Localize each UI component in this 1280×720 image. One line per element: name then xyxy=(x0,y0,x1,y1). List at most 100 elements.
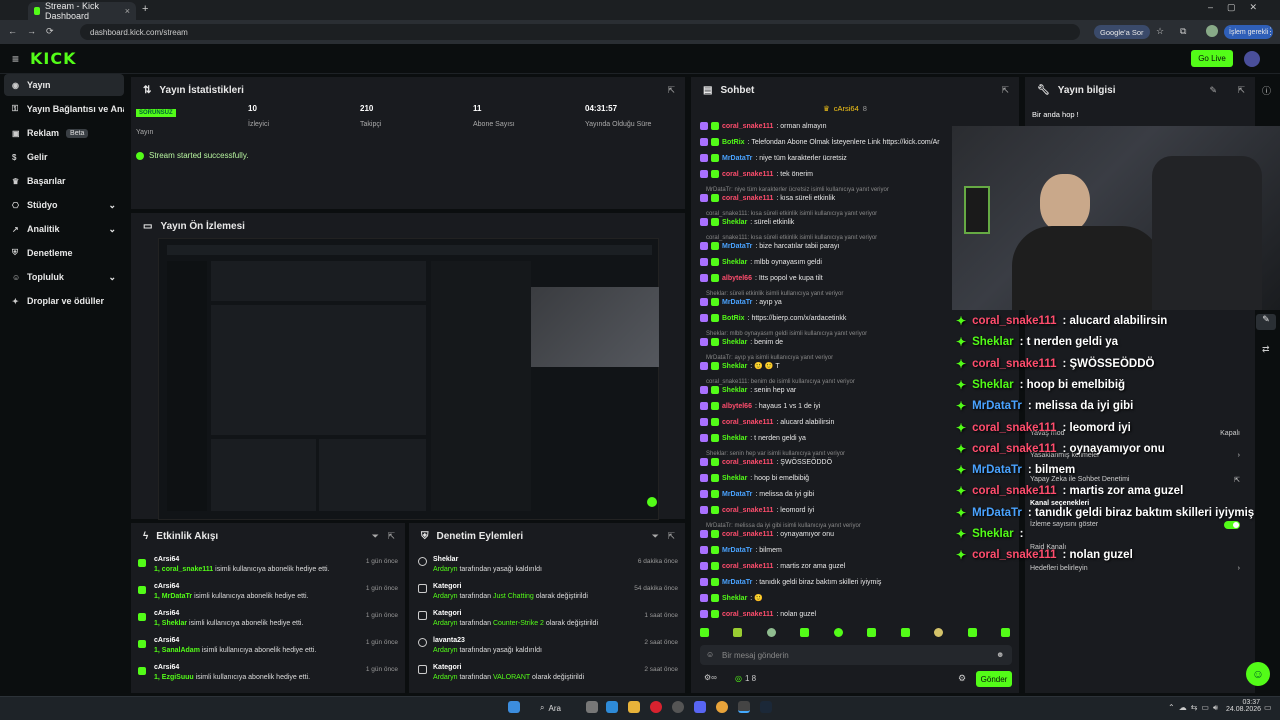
chat-message[interactable]: MrDataTr: melissa da iyi gibi xyxy=(700,487,950,501)
google-ask-button[interactable]: Google'a Sor xyxy=(1094,25,1150,39)
bookmark-star-icon[interactable]: ☆ xyxy=(1156,26,1164,37)
chat-message[interactable]: coral_snake111: martis zor ama guzel xyxy=(700,559,950,573)
chat-username[interactable]: coral_snake111 xyxy=(722,195,773,202)
nav-buttons[interactable]: ←→⟳ xyxy=(8,26,64,37)
chat-message[interactable]: MrDataTr: tanıdık geldi biraz baktım ski… xyxy=(700,575,950,589)
emote-icon[interactable] xyxy=(900,628,910,637)
notification-icon[interactable]: ▭ xyxy=(1264,703,1272,712)
discord-icon[interactable] xyxy=(694,701,706,713)
chat-username[interactable]: coral_snake111 xyxy=(722,171,773,178)
profile-avatar[interactable] xyxy=(1206,25,1218,37)
chat-username[interactable]: albytel66 xyxy=(722,403,752,410)
chat-message[interactable]: Sheklar: mlbb oynayasım geldi xyxy=(700,255,950,269)
new-tab-icon[interactable]: + xyxy=(142,3,148,15)
chat-message[interactable]: Sheklar: senin hep var xyxy=(700,383,950,397)
chat-username[interactable]: MrDataTr xyxy=(722,155,752,162)
chat-username[interactable]: MrDataTr xyxy=(722,491,752,498)
url-field[interactable]: dashboard.kick.com/stream xyxy=(80,24,1080,40)
steam-icon[interactable] xyxy=(760,701,772,713)
taskbar-clock[interactable]: 03:37 24.08.2026 xyxy=(1226,699,1261,713)
sidebar-item-moderation[interactable]: ⛨ Denetleme xyxy=(4,242,124,264)
chat-message[interactable]: MrDataTr: bilmem xyxy=(700,543,950,557)
sidebar-item-stream-key[interactable]: ⚿ Yayın Bağlantısı ve Anahtarı xyxy=(4,98,124,120)
chat-username[interactable]: Sheklar xyxy=(722,435,747,442)
chat-message[interactable]: albytel66: hayaus 1 vs 1 de iyi xyxy=(700,399,950,413)
chat-username[interactable]: coral_snake111 xyxy=(722,459,773,466)
chat-message[interactable]: Sheklar: hoop bi emelbibiğ xyxy=(700,471,950,485)
extensions-icon[interactable]: ⧉ xyxy=(1180,26,1186,37)
browser-menu-icon[interactable]: ⋮ xyxy=(1266,26,1275,37)
chat-username[interactable]: Sheklar xyxy=(722,339,747,346)
chat-message[interactable]: Sheklar: t nerden geldi ya xyxy=(700,431,950,445)
task-view-icon[interactable] xyxy=(586,701,598,713)
chat-message[interactable]: coral_snake111: ŞWÖSSEÖDDÖ xyxy=(700,455,950,469)
sidebar-item-studio[interactable]: ⎔ Stüdyo ⌄ xyxy=(4,194,124,216)
emote-icon[interactable] xyxy=(1000,628,1010,637)
chat-username[interactable]: coral_snake111 xyxy=(722,419,773,426)
chat-username[interactable]: coral_snake111 xyxy=(722,507,773,514)
chat-message[interactable]: coral_snake111: tek önerim xyxy=(700,167,950,181)
chrome-active-icon[interactable] xyxy=(738,701,750,713)
emoji-picker-icon[interactable]: ☺ xyxy=(706,650,714,659)
filter-icon[interactable]: ⏷ xyxy=(652,531,659,542)
chat-username[interactable]: MrDataTr xyxy=(722,547,752,554)
chat-message[interactable]: MrDataTr: bize harcatılar tabii parayı xyxy=(700,239,950,253)
chat-username[interactable]: Sheklar xyxy=(722,387,747,394)
emote-icon[interactable] xyxy=(967,628,977,637)
chat-message[interactable]: coral_snake111: kısa süreli etkinlik xyxy=(700,191,950,205)
chat-username[interactable]: coral_snake111 xyxy=(722,611,773,618)
tools-icon[interactable]: ✎ xyxy=(1256,314,1276,330)
chat-message[interactable]: coral_snake111: oynayamıyor onu xyxy=(700,527,950,541)
taskbar-search[interactable]: ⌕ Ara xyxy=(540,702,582,714)
chat-username[interactable]: albytel66 xyxy=(722,275,752,282)
chat-username[interactable]: MrDataTr xyxy=(722,299,752,306)
chat-message[interactable]: Sheklar: süreli etkinlik xyxy=(700,215,950,229)
edit-icon[interactable]: ✎ xyxy=(1209,85,1217,96)
stream-title-value[interactable]: Bir anda hop ! xyxy=(1032,110,1079,119)
popout-icon[interactable]: ⇱ xyxy=(667,85,675,96)
chat-message[interactable]: Sheklar: benim de xyxy=(700,335,950,349)
sidebar-item-achievements[interactable]: ♛ Başarılar xyxy=(4,170,124,192)
chat-username[interactable]: MrDataTr xyxy=(722,579,752,586)
send-button[interactable]: Gönder xyxy=(976,671,1012,687)
chat-message[interactable]: Sheklar: 🙂 🙂 T xyxy=(700,359,950,373)
chat-settings-icon[interactable]: ⚙ xyxy=(958,673,966,684)
chat-username[interactable]: coral_snake111 xyxy=(722,531,773,538)
chat-message[interactable]: coral_snake111: leomord iyi xyxy=(700,503,950,517)
info-icon[interactable]: ⓘ xyxy=(1262,84,1271,97)
filter-icon[interactable]: ⏷ xyxy=(372,531,379,542)
chat-username[interactable]: coral_snake111 xyxy=(722,123,773,130)
close-tab-icon[interactable]: × xyxy=(125,6,130,16)
chat-message[interactable]: coral_snake111: orman almayın xyxy=(700,119,950,133)
popout-icon[interactable]: ⇱ xyxy=(387,531,395,542)
windows-start-icon[interactable] xyxy=(508,701,520,713)
emote-picker-icon[interactable]: ☻ xyxy=(996,650,1004,659)
kick-logo[interactable]: KICK xyxy=(30,49,77,68)
emote-icon[interactable] xyxy=(766,628,776,637)
chat-username[interactable]: BotRix xyxy=(722,315,745,322)
system-tray-icons[interactable]: ⌃☁⇆▭🔊︎ xyxy=(1168,703,1222,713)
chat-message[interactable]: coral_snake111: nolan guzel xyxy=(700,607,950,621)
file-explorer-icon[interactable] xyxy=(628,701,640,713)
help-chat-button[interactable]: ☺ xyxy=(1246,662,1270,686)
sidebar-item-revenue[interactable]: $ Gelir xyxy=(4,146,124,168)
chat-tools-icon[interactable]: ⚙∞ xyxy=(704,673,717,682)
sidebar-item-analytics[interactable]: ↗ Analitik ⌄ xyxy=(4,218,124,240)
emote-icon[interactable] xyxy=(934,628,944,637)
chrome-icon[interactable] xyxy=(716,701,728,713)
user-avatar[interactable] xyxy=(1244,51,1260,67)
browser-tab[interactable]: Stream - Kick Dashboard × xyxy=(28,1,136,21)
popout-icon[interactable]: ⇱ xyxy=(1001,85,1009,96)
chat-username[interactable]: Sheklar xyxy=(722,595,747,602)
channel-points[interactable]: ◎ 1 8 xyxy=(735,674,756,683)
chat-username[interactable]: Sheklar xyxy=(722,363,747,370)
sidebar-item-drops[interactable]: ✦ Droplar ve ödüller xyxy=(4,290,124,312)
setting-goals[interactable]: Hedefleri belirleyin › xyxy=(1030,565,1240,572)
hamburger-menu-icon[interactable]: ≡ xyxy=(12,52,19,66)
sidebar-item-stream[interactable]: ◉ Yayın xyxy=(4,74,124,96)
chat-username[interactable]: Sheklar xyxy=(722,475,747,482)
emote-icon[interactable] xyxy=(800,628,810,637)
go-live-button[interactable]: Go Live xyxy=(1191,50,1233,67)
chat-message[interactable]: Sheklar: 🙂 xyxy=(700,591,950,605)
chat-username[interactable]: Sheklar xyxy=(722,219,747,226)
